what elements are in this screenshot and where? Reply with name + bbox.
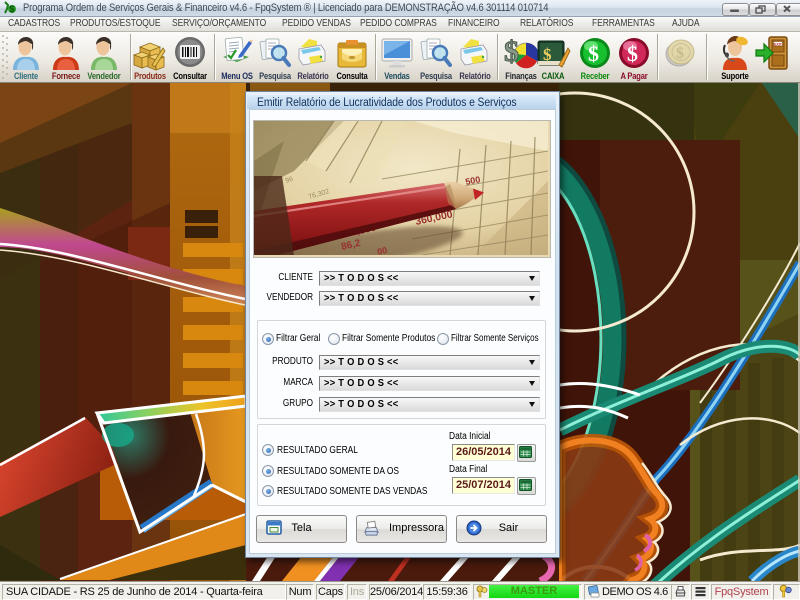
svg-text:$: $	[627, 41, 638, 66]
svg-text:$: $	[504, 35, 519, 68]
svg-text:$: $	[588, 41, 599, 66]
svg-text:$: $	[10, 4, 15, 14]
svg-text:EXIT: EXIT	[774, 42, 783, 46]
svg-text:$: $	[543, 45, 552, 64]
svg-text:$: $	[676, 45, 684, 62]
